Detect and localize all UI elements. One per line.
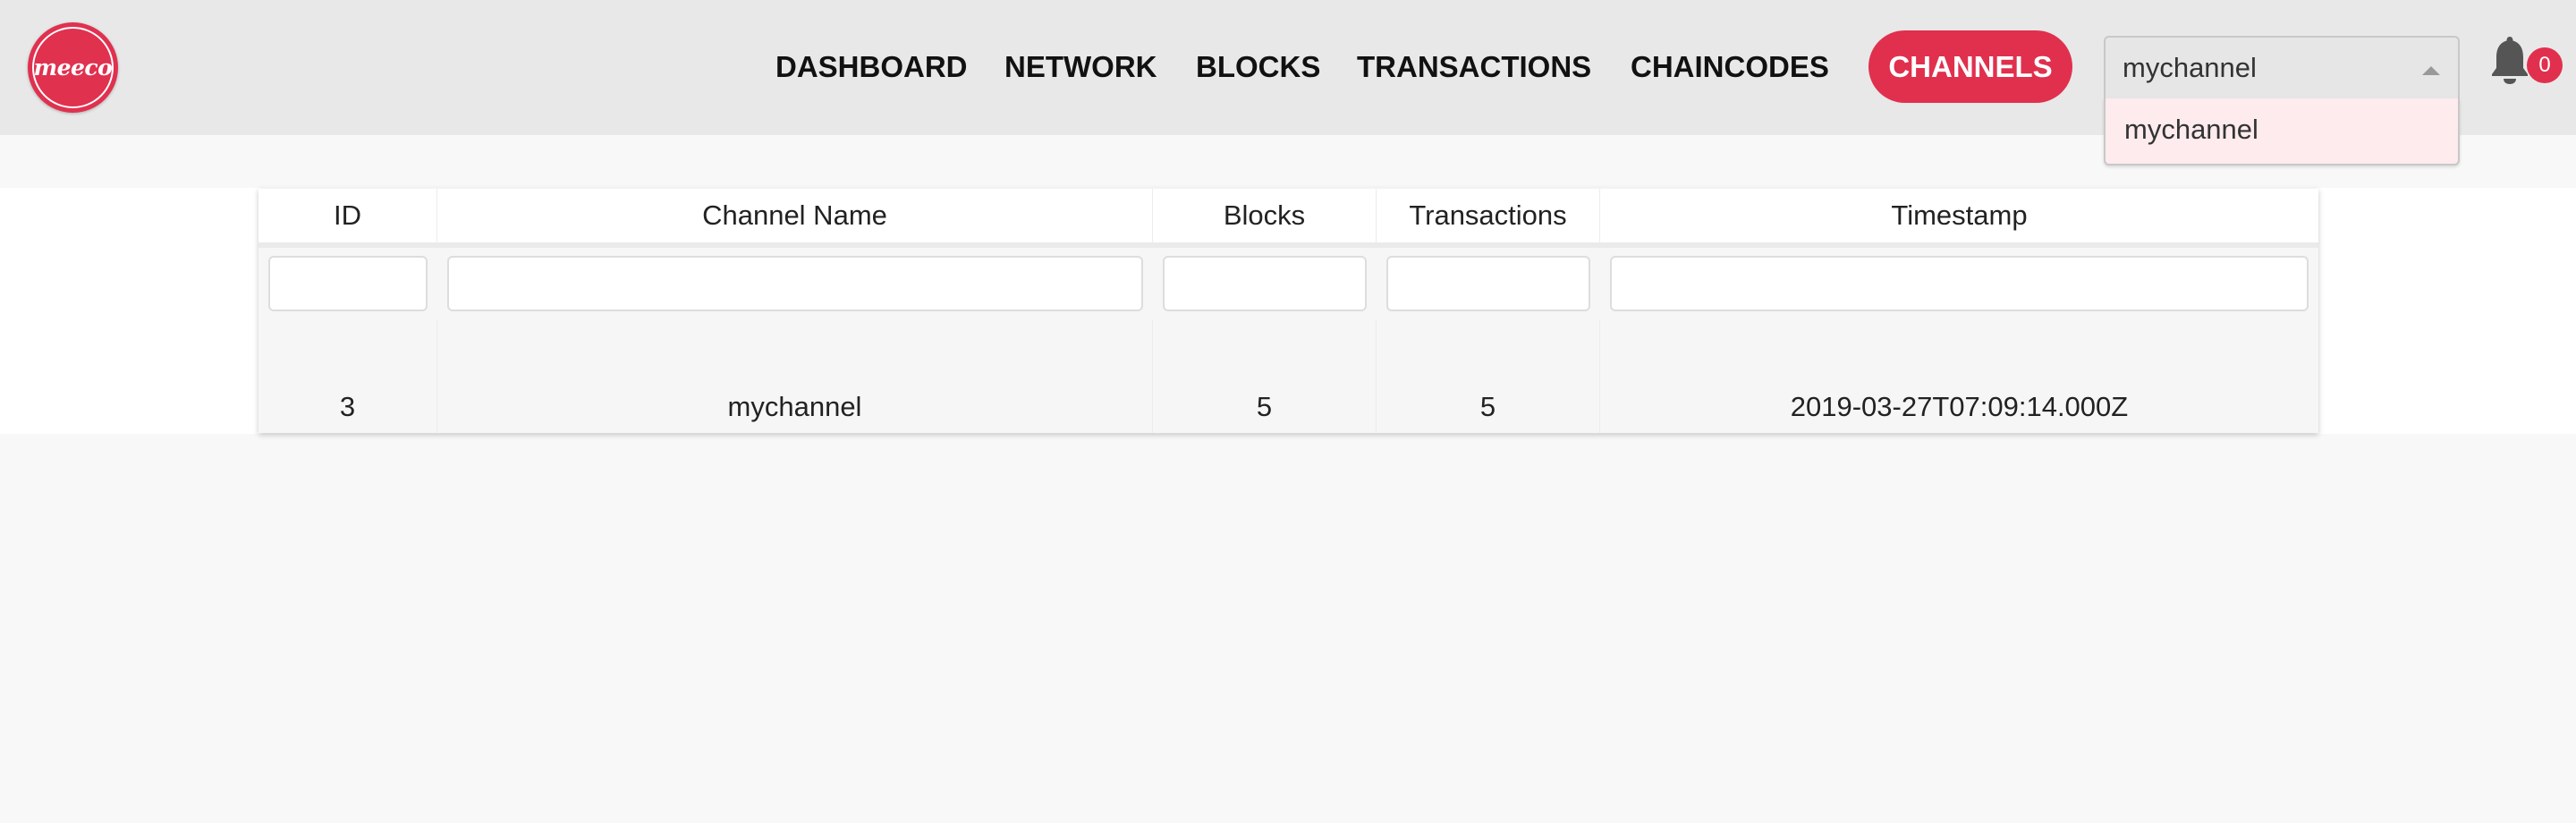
column-header-timestamp[interactable]: Timestamp bbox=[1600, 189, 2318, 242]
bell-icon-svg bbox=[2492, 37, 2528, 84]
channel-dropdown-menu: mychannel bbox=[2104, 98, 2460, 165]
cell-channel-name: mychannel bbox=[437, 319, 1153, 433]
nav-channels-active[interactable]: CHANNELS bbox=[1868, 30, 2072, 103]
nav-transactions[interactable]: TRANSACTIONS bbox=[1357, 46, 1591, 89]
cell-id: 3 bbox=[258, 319, 437, 433]
filter-timestamp-input[interactable] bbox=[1610, 256, 2309, 311]
filter-transactions-input[interactable] bbox=[1386, 256, 1590, 311]
column-header-channel-name[interactable]: Channel Name bbox=[437, 189, 1153, 242]
logo-text: meeco bbox=[33, 55, 113, 81]
logo-ring: meeco bbox=[32, 27, 114, 108]
column-header-blocks[interactable]: Blocks bbox=[1153, 189, 1377, 242]
filter-row bbox=[258, 248, 2318, 319]
filter-channel-name-input[interactable] bbox=[447, 256, 1143, 311]
meeco-logo[interactable]: meeco bbox=[28, 22, 118, 113]
filter-blocks-input[interactable] bbox=[1163, 256, 1367, 311]
cell-blocks: 5 bbox=[1153, 319, 1377, 433]
channel-select-value: mychannel bbox=[2123, 52, 2257, 83]
nav-dashboard[interactable]: DASHBOARD bbox=[775, 46, 968, 89]
cell-timestamp: 2019-03-27T07:09:14.000Z bbox=[1790, 391, 2129, 422]
notification-badge: 0 bbox=[2527, 47, 2563, 83]
bell-icon[interactable] bbox=[2490, 34, 2529, 84]
table-row[interactable]: 3 mychannel 5 5 2019-03-27T07:09:14.000Z bbox=[258, 319, 2318, 433]
nav-network[interactable]: NETWORK bbox=[1004, 46, 1157, 89]
filter-id-input[interactable] bbox=[268, 256, 428, 311]
column-header-transactions[interactable]: Transactions bbox=[1377, 189, 1600, 242]
caret-up-icon bbox=[2422, 66, 2440, 75]
channel-select[interactable]: mychannel bbox=[2104, 36, 2460, 100]
cell-transactions: 5 bbox=[1377, 319, 1600, 433]
channel-option[interactable]: mychannel bbox=[2124, 114, 2258, 146]
nav-chaincodes[interactable]: CHAINCODES bbox=[1631, 46, 1829, 89]
nav-blocks[interactable]: BLOCKS bbox=[1196, 46, 1320, 89]
channels-table: ID Channel Name Blocks Transactions Time… bbox=[258, 189, 2318, 433]
column-header-id[interactable]: ID bbox=[258, 189, 437, 242]
